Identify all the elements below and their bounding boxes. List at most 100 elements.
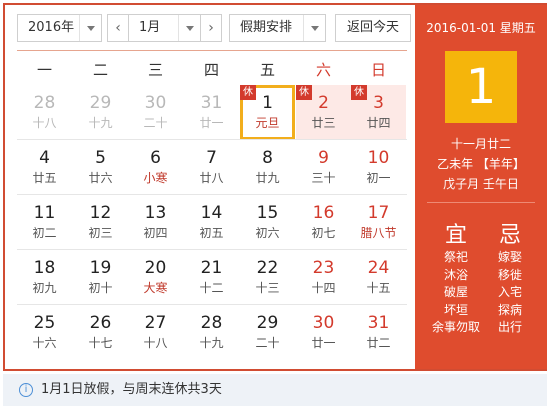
ji-item: 移徙	[497, 267, 522, 282]
day-cell[interactable]: 10 初一	[351, 140, 406, 195]
day-cell[interactable]: 28 十八	[17, 85, 72, 140]
yi-item: 祭祀	[443, 250, 468, 264]
day-cell[interactable]: 29 十九	[73, 85, 128, 140]
day-number: 27	[144, 313, 167, 333]
day-number: 3	[373, 93, 384, 113]
chevron-down-icon	[178, 15, 200, 41]
day-number: 7	[206, 148, 217, 168]
day-number: 5	[95, 148, 106, 168]
day-cell[interactable]: 27 十八	[128, 305, 183, 360]
lunar-day: 廿一	[311, 336, 336, 350]
day-number: 29	[89, 93, 112, 113]
day-cell[interactable]: 24 十五	[351, 250, 406, 305]
day-cell[interactable]: 9 三十	[296, 140, 351, 195]
month-select[interactable]: 1月	[128, 14, 201, 42]
yi-item: 余事勿取	[431, 320, 480, 334]
day-number: 2	[318, 93, 329, 113]
day-number: 11	[33, 203, 56, 223]
day-number: 28	[33, 93, 56, 113]
day-cell[interactable]: 5 廿六	[73, 140, 128, 195]
ji-list: 嫁娶 移徙 入宅 探病 出行	[483, 249, 537, 337]
lunar-day: 小寒	[143, 171, 168, 185]
day-cell[interactable]: 7 廿八	[184, 140, 239, 195]
lunar-day: 廿五	[32, 171, 57, 185]
day-number: 13	[144, 203, 167, 223]
day-cell[interactable]: 25 十六	[17, 305, 72, 360]
lunar-day: 初十	[88, 281, 113, 295]
lunar-day: 初五	[199, 226, 224, 240]
day-cell[interactable]: 6 小寒	[128, 140, 183, 195]
lunar-day: 十五	[366, 281, 391, 295]
lunar-day: 初一	[366, 171, 391, 185]
lunar-day: 初七	[311, 226, 336, 240]
day-cell[interactable]: 28 十九	[184, 305, 239, 360]
day-number: 10	[367, 148, 390, 168]
month-day-ganzhi: 戊子月 壬午日	[443, 177, 519, 191]
day-cell[interactable]: 20 大寒	[128, 250, 183, 305]
day-cell[interactable]: 14 初五	[184, 195, 239, 250]
day-cell[interactable]: 8 廿九	[240, 140, 295, 195]
day-number: 16	[312, 203, 335, 223]
back-to-today-button[interactable]: 返回今天	[335, 14, 411, 42]
weekday-label: 三	[147, 61, 163, 79]
day-cell[interactable]: 18 初九	[17, 250, 72, 305]
day-cell[interactable]: 26 十七	[73, 305, 128, 360]
day-cell[interactable]: 4 廿五	[17, 140, 72, 195]
holiday-select-value: 假期安排	[240, 20, 293, 35]
next-month-button[interactable]: ›	[200, 14, 222, 42]
day-detail-panel: 2016-01-01 星期五 1 十一月廿二 乙未年 【羊年】 戊子月 壬午日 …	[415, 5, 547, 369]
lunar-day: 元旦	[255, 116, 280, 130]
year-select[interactable]: 2016年	[17, 14, 102, 42]
day-cell[interactable]: 17 腊八节	[351, 195, 406, 250]
day-number: 28	[200, 313, 223, 333]
day-cell[interactable]: 12 初三	[73, 195, 128, 250]
yi-title: 宜	[444, 223, 467, 248]
day-cell[interactable]: 30 廿一	[296, 305, 351, 360]
day-number: 31	[200, 93, 223, 113]
prev-month-button[interactable]: ‹	[107, 14, 129, 42]
day-number: 21	[200, 258, 223, 278]
day-cell[interactable]: 休 2 廿三	[296, 85, 351, 140]
lunar-day: 腊八节	[360, 226, 397, 240]
weekday-label: 六	[315, 61, 331, 79]
day-cell[interactable]: 19 初十	[73, 250, 128, 305]
day-cell[interactable]: 29 二十	[240, 305, 295, 360]
day-number: 14	[200, 203, 223, 223]
day-number: 22	[256, 258, 279, 278]
day-number: 1	[262, 93, 273, 113]
calendar-widget: 2016年 ‹ 1月 › 假期安排 返回今天 一二三四五六日 28 十八 29 十九 3…	[3, 3, 547, 371]
notice-text: 1月1日放假，与周末连休共3天	[41, 382, 222, 397]
day-number: 26	[89, 313, 112, 333]
panel-divider	[427, 202, 535, 203]
day-cell[interactable]: 休 3 廿四	[351, 85, 406, 140]
weekday-label: 一	[36, 61, 52, 79]
day-cell[interactable]: 31 廿一	[184, 85, 239, 140]
day-cell[interactable]: 13 初四	[128, 195, 183, 250]
day-cell[interactable]: 16 初七	[296, 195, 351, 250]
day-cell[interactable]: 30 二十	[128, 85, 183, 140]
day-number: 25	[33, 313, 56, 333]
day-cell[interactable]: 31 廿二	[351, 305, 406, 360]
day-cell[interactable]: 22 十三	[240, 250, 295, 305]
lunar-day: 十九	[199, 336, 224, 350]
yi-item: 破屋	[443, 285, 468, 299]
day-cell[interactable]: 11 初二	[17, 195, 72, 250]
lunar-day: 二十	[255, 336, 280, 350]
ji-item: 嫁娶	[497, 250, 522, 264]
day-cell[interactable]: 23 十四	[296, 250, 351, 305]
ji-item: 出行	[497, 320, 522, 334]
holiday-select[interactable]: 假期安排	[229, 14, 326, 42]
ji-item: 入宅	[497, 285, 522, 299]
day-number: 24	[367, 258, 390, 278]
year-ganzhi: 乙未年 【羊年】	[437, 157, 525, 171]
day-cell[interactable]: 15 初六	[240, 195, 295, 250]
day-number: 20	[144, 258, 167, 278]
lunar-day: 廿九	[255, 171, 280, 185]
day-cell[interactable]: 21 十二	[184, 250, 239, 305]
day-number: 30	[144, 93, 167, 113]
day-cell-selected[interactable]: 休 1 元旦	[240, 85, 295, 140]
lunar-day: 初四	[143, 226, 168, 240]
yi-list: 祭祀 沐浴 破屋 坏垣 余事勿取	[429, 249, 483, 337]
day-number: 9	[318, 148, 329, 168]
day-grid: 28 十八 29 十九 30 二十 31 廿一休 1 元旦休 2 廿三休 3 廿四 4 廿五 5 廿六 6 小寒 7 廿八…	[17, 85, 407, 360]
